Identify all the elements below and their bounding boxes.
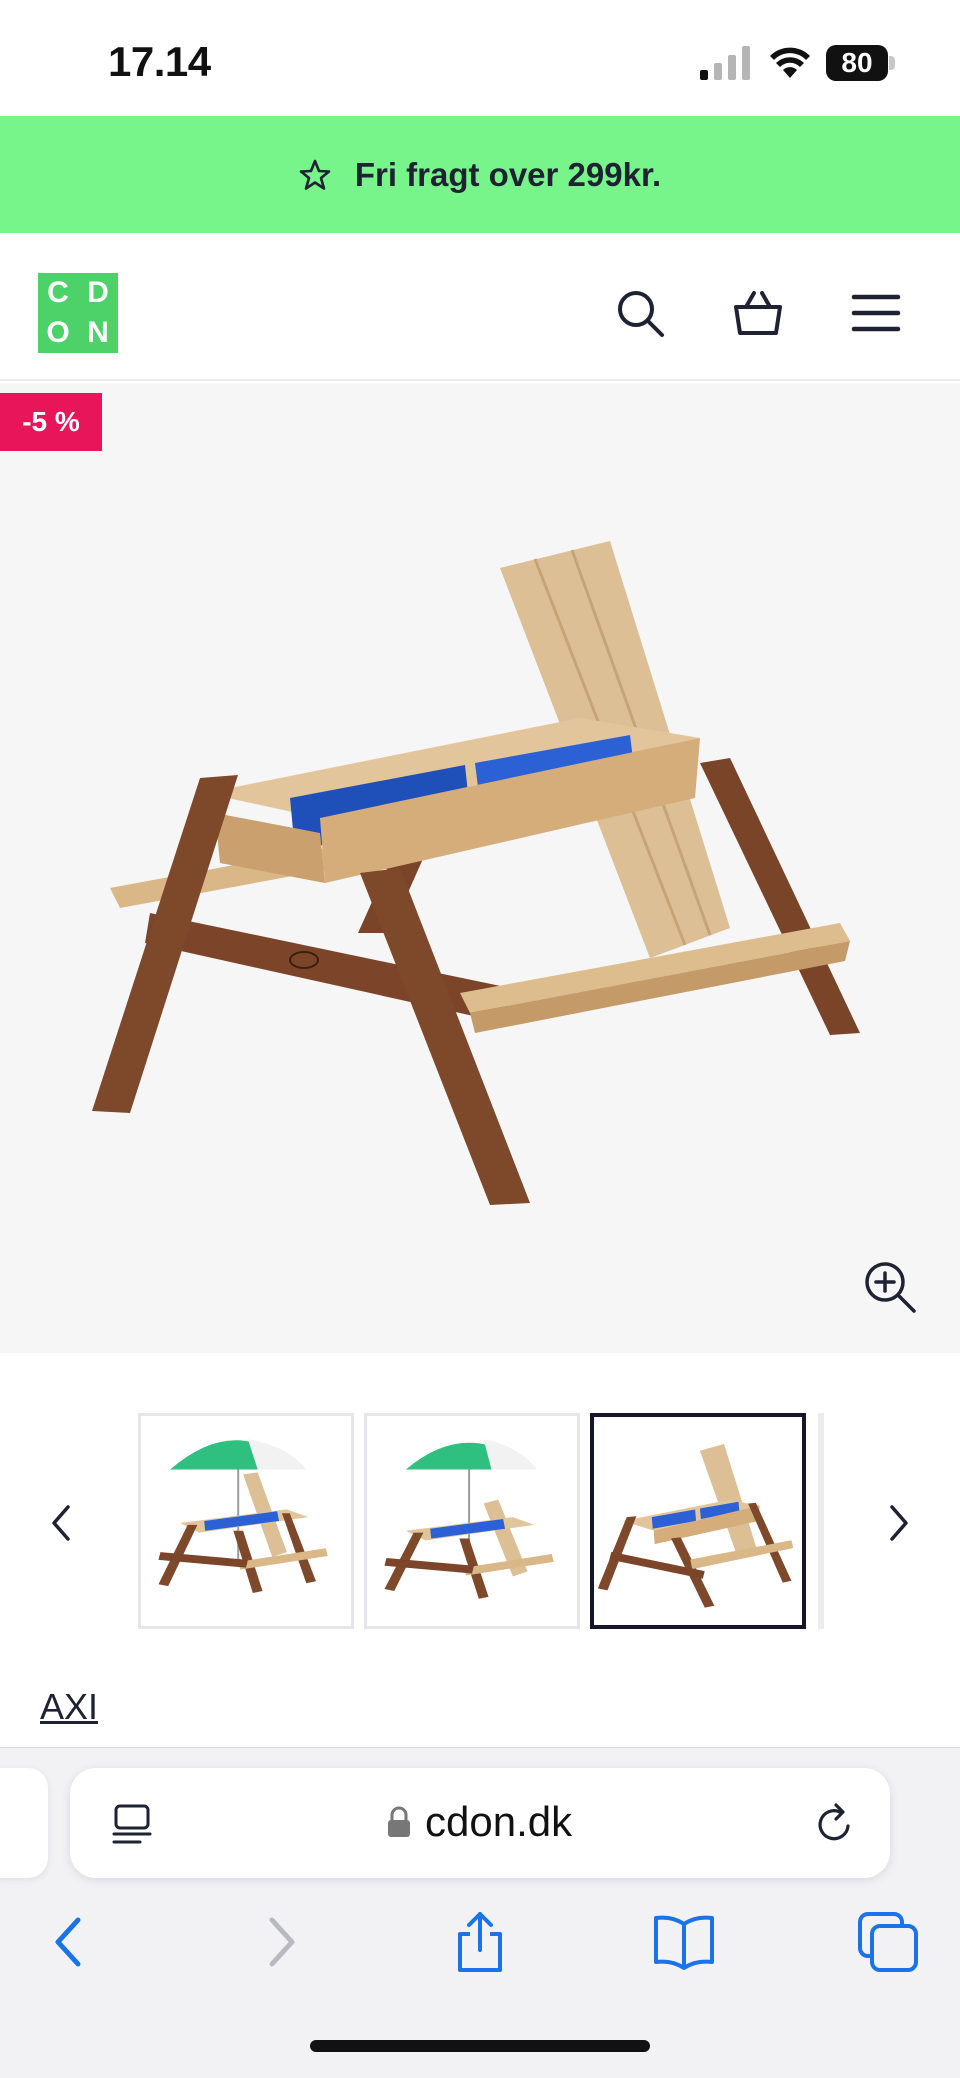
discount-badge: -5 % [0,393,102,451]
battery-level: 80 [826,45,888,81]
logo-letter: N [87,316,109,349]
wifi-icon [770,47,810,78]
address-bar[interactable]: cdon.dk [70,1768,890,1878]
site-header: C D O N [0,233,960,381]
thumbnail-image [158,1439,328,1593]
logo-letter: D [87,276,109,309]
thumbnail-1[interactable] [138,1413,354,1629]
back-icon[interactable] [38,1910,102,1974]
product-gallery[interactable]: -5 % [0,383,960,1353]
basket-icon[interactable] [732,287,784,339]
forward-icon[interactable] [248,1910,312,1974]
promo-text: Fri fragt over 299kr. [354,155,662,193]
promo-banner: Fri fragt over 299kr. [0,116,960,233]
reload-icon[interactable] [812,1802,856,1846]
logo-letter: C [47,276,69,309]
browser-chrome: cdon.dk [0,1747,960,2078]
zoom-in-icon[interactable] [862,1259,918,1315]
thumbnail-strip [0,1353,960,1653]
chevron-right-icon[interactable] [882,1493,918,1553]
lock-icon [388,1806,410,1837]
status-time: 17.14 [108,38,211,85]
search-icon[interactable] [614,287,666,339]
product-image[interactable] [90,513,870,1213]
thumbnail-peek [818,1413,824,1629]
thumbnail-image [597,1443,794,1608]
thumbnail-image [384,1439,554,1599]
url-text: cdon.dk [425,1798,573,1845]
thumbnail-3[interactable] [590,1413,806,1629]
previous-tab-peek[interactable] [0,1768,48,1878]
bookmarks-icon[interactable] [652,1910,716,1974]
brand-link[interactable]: AXI [40,1686,98,1728]
cdon-logo[interactable]: C D O N [38,273,118,353]
status-bar: 17.14 80 [0,0,960,116]
signal-icon [700,46,750,80]
battery-icon: 80 [826,45,896,81]
share-icon[interactable] [448,1910,512,1974]
chevron-left-icon[interactable] [42,1493,78,1553]
page-menu-icon[interactable] [110,1802,154,1846]
thumbnail-2[interactable] [364,1413,580,1629]
tabs-icon[interactable] [856,1910,920,1974]
star-icon [299,159,331,190]
menu-icon[interactable] [850,287,902,339]
logo-letter: O [46,316,70,349]
home-indicator[interactable] [310,2040,650,2052]
